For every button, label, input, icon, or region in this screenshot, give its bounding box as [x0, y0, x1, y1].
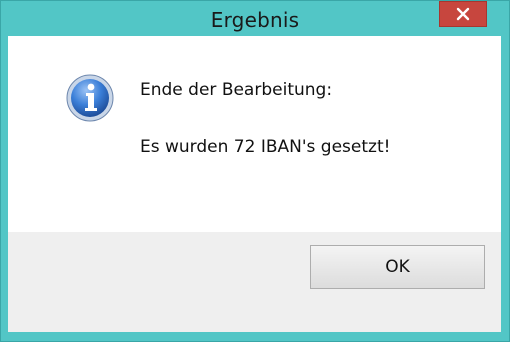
window-title: Ergebnis: [210, 8, 300, 32]
message-line-1: Ende der Bearbeitung:: [140, 80, 333, 100]
ok-button[interactable]: OK: [310, 245, 485, 289]
info-icon: [66, 74, 114, 122]
message-line-2: Es wurden 72 IBAN's gesetzt!: [140, 137, 391, 157]
close-button[interactable]: [439, 1, 487, 27]
title-bar[interactable]: Ergebnis: [1, 1, 509, 37]
message-area: [8, 36, 501, 232]
close-icon: [456, 7, 470, 21]
